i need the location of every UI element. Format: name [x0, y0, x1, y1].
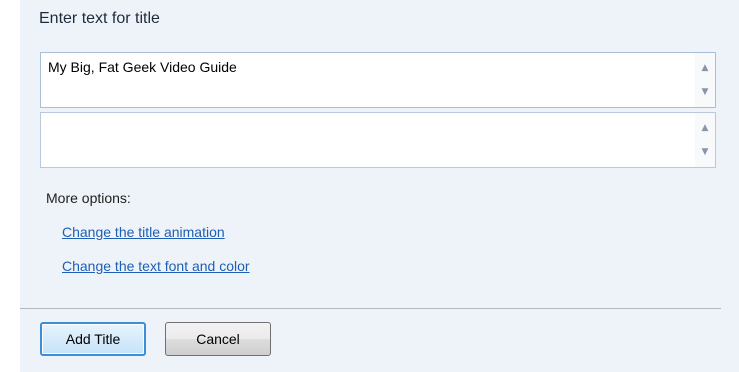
divider: [20, 308, 721, 309]
title-text-box-line-2: ▲ ▼: [40, 112, 716, 168]
title-editor-panel: Enter text for title ▲ ▼ ▲ ▼ More option…: [20, 0, 739, 372]
title-line-1-input[interactable]: [41, 53, 695, 107]
panel-heading: Enter text for title: [39, 10, 160, 27]
title-line-1-scrollbar[interactable]: ▲ ▼: [695, 53, 715, 107]
title-line-2-input[interactable]: [41, 113, 695, 167]
title-text-box-line-1: ▲ ▼: [40, 52, 716, 108]
title-line-2-scrollbar[interactable]: ▲ ▼: [695, 113, 715, 167]
more-options-label: More options:: [46, 190, 131, 206]
scroll-down-arrow-icon[interactable]: ▼: [695, 83, 715, 101]
add-title-button[interactable]: Add Title: [40, 322, 146, 356]
scroll-up-arrow-icon[interactable]: ▲: [695, 119, 715, 137]
change-title-animation-link[interactable]: Change the title animation: [62, 224, 225, 240]
change-text-font-color-link[interactable]: Change the text font and color: [62, 258, 250, 274]
scroll-up-arrow-icon[interactable]: ▲: [695, 59, 715, 77]
cancel-button[interactable]: Cancel: [165, 322, 271, 356]
scroll-down-arrow-icon[interactable]: ▼: [695, 143, 715, 161]
